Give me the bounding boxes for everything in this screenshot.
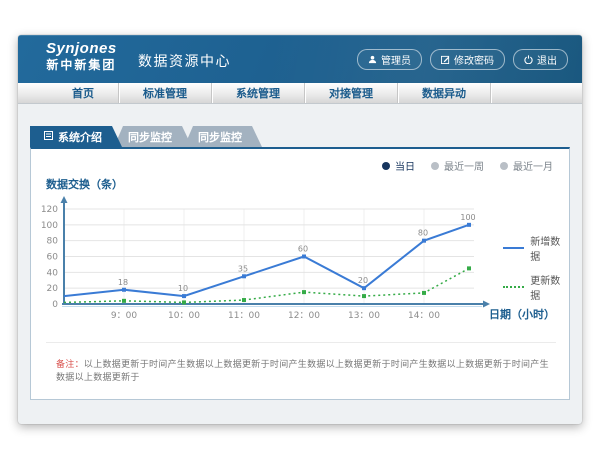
- footnote: 备注：以上数据更新于时间产生数据以上数据更新于时间产生数据以上数据更新于时间产生…: [56, 357, 551, 383]
- legend-label: 新增数据: [530, 233, 569, 263]
- svg-text:14：00: 14：00: [408, 311, 440, 321]
- chart-legend: 新增数据更新数据: [503, 233, 569, 302]
- svg-text:13：00: 13：00: [348, 311, 380, 321]
- page-title: 数据资源中心: [138, 51, 231, 71]
- tab-2[interactable]: 同步监控: [184, 126, 262, 147]
- logout-button[interactable]: 退出: [513, 49, 568, 70]
- content: 系统介绍 同步监控 同步监控 当日 最近一周 最近一月 数据交换（条） 0 20 40 60 8…: [18, 104, 582, 424]
- legend-label: 更新数据: [530, 272, 569, 302]
- user-icon: [368, 55, 377, 64]
- legend-item-1: 更新数据: [503, 272, 569, 302]
- radio-label: 最近一月: [513, 158, 553, 173]
- svg-text:120: 120: [41, 205, 58, 215]
- logo-secondary: 新中新集团: [46, 57, 117, 73]
- power-icon: [524, 55, 533, 64]
- document-icon: [44, 131, 53, 143]
- app-window: Synjones 新中新集团 数据资源中心 管理员 修改密码 退出: [18, 35, 582, 424]
- radio-icon: [382, 162, 390, 170]
- logo: Synjones 新中新集团: [46, 40, 117, 73]
- svg-text:100: 100: [41, 221, 58, 231]
- main-nav: 首页标准管理系统管理对接管理数据异动: [18, 83, 582, 104]
- svg-text:40: 40: [47, 268, 59, 278]
- user-button-label: 管理员: [381, 52, 411, 67]
- change-password-label: 修改密码: [454, 52, 494, 67]
- header-actions: 管理员 修改密码 退出: [357, 49, 568, 70]
- logout-label: 退出: [537, 52, 557, 67]
- tab-1[interactable]: 同步监控: [114, 126, 192, 147]
- logo-primary: Synjones: [46, 40, 117, 57]
- svg-text:80: 80: [418, 229, 428, 238]
- chart-panel: 当日 最近一周 最近一月 数据交换（条） 0 20 40 60 80 100 120 9：00 10…: [30, 147, 570, 400]
- svg-text:11：00: 11：00: [228, 311, 260, 321]
- svg-text:100: 100: [460, 213, 475, 222]
- svg-text:60: 60: [47, 253, 59, 263]
- svg-text:80: 80: [47, 237, 59, 247]
- footnote-prefix: 备注：: [56, 359, 84, 369]
- svg-text:9：00: 9：00: [111, 311, 137, 321]
- nav-item-2[interactable]: 系统管理: [212, 83, 305, 103]
- svg-text:0: 0: [52, 300, 58, 310]
- radio-label: 最近一周: [444, 158, 484, 173]
- svg-text:35: 35: [238, 264, 248, 273]
- radio-time-range-0[interactable]: 当日: [382, 158, 415, 173]
- nav-item-0[interactable]: 首页: [48, 83, 119, 103]
- footnote-text: 以上数据更新于时间产生数据以上数据更新于时间产生数据以上数据更新于时间产生数据以…: [56, 359, 549, 382]
- svg-text:20: 20: [358, 276, 368, 285]
- svg-text:20: 20: [47, 284, 59, 294]
- tab-label: 系统介绍: [58, 129, 102, 145]
- svg-text:60: 60: [298, 245, 308, 254]
- radio-icon: [500, 162, 508, 170]
- nav-item-1[interactable]: 标准管理: [119, 83, 212, 103]
- svg-text:18: 18: [118, 278, 128, 287]
- nav-item-3[interactable]: 对接管理: [305, 83, 398, 103]
- radio-label: 当日: [395, 158, 415, 173]
- time-range-filter: 当日 最近一周 最近一月: [382, 158, 553, 173]
- change-password-button[interactable]: 修改密码: [430, 49, 505, 70]
- tab-label: 同步监控: [128, 129, 172, 145]
- tab-strip: 系统介绍 同步监控 同步监控: [30, 126, 254, 147]
- user-button[interactable]: 管理员: [357, 49, 422, 70]
- legend-line-sample: [503, 247, 524, 249]
- legend-line-sample: [503, 286, 524, 288]
- radio-time-range-2[interactable]: 最近一月: [500, 158, 553, 173]
- svg-text:10：00: 10：00: [168, 311, 200, 321]
- y-axis-title: 数据交换（条）: [46, 176, 123, 192]
- nav-item-4[interactable]: 数据异动: [398, 83, 491, 103]
- tab-0[interactable]: 系统介绍: [30, 126, 122, 147]
- header: Synjones 新中新集团 数据资源中心 管理员 修改密码 退出: [18, 35, 582, 83]
- svg-text:10: 10: [178, 284, 188, 293]
- x-axis-title: 日期（小时）: [489, 306, 555, 322]
- legend-item-0: 新增数据: [503, 233, 569, 263]
- svg-text:12：00: 12：00: [288, 311, 320, 321]
- radio-time-range-1[interactable]: 最近一周: [431, 158, 484, 173]
- edit-icon: [441, 55, 450, 64]
- tab-label: 同步监控: [198, 129, 242, 145]
- divider: [46, 342, 556, 343]
- radio-icon: [431, 162, 439, 170]
